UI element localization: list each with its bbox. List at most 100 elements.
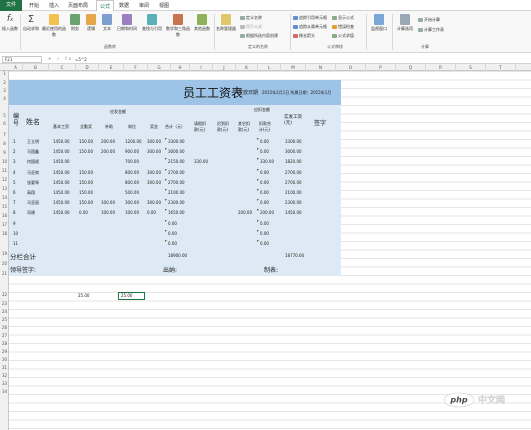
- table-cell[interactable]: 1450.00: [53, 170, 70, 175]
- table-cell[interactable]: 200.00: [101, 149, 115, 154]
- tab-formulas[interactable]: 公式: [96, 0, 115, 11]
- row-header-15[interactable]: 15: [0, 204, 9, 209]
- table-cell[interactable]: 150.00: [79, 180, 93, 185]
- employee-name[interactable]: 高翔: [27, 190, 35, 196]
- header-deduct[interactable]: 应扣金额: [254, 107, 270, 113]
- row-number[interactable]: 11: [13, 241, 18, 246]
- table-cell[interactable]: 1200.00: [125, 139, 142, 144]
- create-from-selection-button[interactable]: 根据所选内容创建: [240, 33, 278, 39]
- subheader-late[interactable]: 迟到扣款(元): [217, 121, 231, 133]
- column-header-h[interactable]: H: [171, 64, 190, 71]
- calculate-sheet-button[interactable]: 计算工作表: [418, 27, 444, 33]
- row-number[interactable]: 10: [13, 231, 18, 236]
- table-cell[interactable]: 100.00: [101, 210, 115, 215]
- table-cell[interactable]: 3000.00: [285, 149, 302, 154]
- show-formulas-button[interactable]: 显示公式: [332, 15, 354, 21]
- table-cell[interactable]: 2700.00: [285, 170, 302, 175]
- table-cell[interactable]: 330.00: [260, 159, 274, 164]
- more-functions-button[interactable]: 其他函数: [192, 14, 212, 32]
- table-cell[interactable]: 300.00: [147, 200, 161, 205]
- subtotal-net[interactable]: 18770.00: [285, 253, 304, 258]
- row-header-23[interactable]: 23: [0, 301, 9, 306]
- trace-dependents-button[interactable]: 追踪从属单元格: [293, 24, 327, 30]
- row-header-26[interactable]: 26: [0, 325, 9, 330]
- row-header-13[interactable]: 13: [0, 186, 9, 191]
- table-cell[interactable]: 0.00: [260, 231, 269, 236]
- table-cell[interactable]: 0.00: [260, 139, 269, 144]
- table-cell[interactable]: 1450.00: [53, 159, 70, 164]
- employee-name[interactable]: 马亚南: [27, 170, 39, 176]
- row-header-28[interactable]: 28: [0, 341, 9, 346]
- row-header-16[interactable]: 16: [0, 213, 9, 218]
- table-cell[interactable]: 2150.00: [168, 159, 185, 164]
- sheet-title[interactable]: 员工工资表: [183, 84, 243, 101]
- table-cell[interactable]: 3300.00: [168, 139, 185, 144]
- table-cell[interactable]: 2100.00: [285, 190, 302, 195]
- column-header-r[interactable]: R: [426, 64, 456, 71]
- use-in-formula-button[interactable]: 用于公式: [240, 24, 262, 30]
- row-header-27[interactable]: 27: [0, 333, 9, 338]
- row-number[interactable]: 6: [13, 190, 16, 195]
- table-cell[interactable]: 1450.00: [53, 180, 70, 185]
- tab-review[interactable]: 审阅: [139, 2, 149, 9]
- date-time-button[interactable]: 日期和时间: [116, 14, 138, 32]
- logical-button[interactable]: 逻辑: [84, 14, 98, 32]
- tab-file[interactable]: 文件: [0, 0, 22, 11]
- subheader-post[interactable]: 岗位: [128, 124, 136, 130]
- table-cell[interactable]: 2700.00: [168, 170, 185, 175]
- row-header-19[interactable]: 19: [0, 251, 9, 256]
- row-header-4[interactable]: 4: [0, 96, 9, 101]
- define-name-button[interactable]: 定义名称: [240, 15, 262, 21]
- cell-c21[interactable]: 25.00: [78, 293, 89, 298]
- cell-f21[interactable]: 25.00: [121, 293, 132, 298]
- header-no[interactable]: 编号: [13, 113, 19, 127]
- column-header-g[interactable]: G: [148, 64, 171, 71]
- calculation-options-button[interactable]: 计算选项: [394, 14, 416, 32]
- row-header-12[interactable]: 12: [0, 177, 9, 182]
- table-cell[interactable]: 1450.00: [53, 190, 70, 195]
- calculate-now-button[interactable]: 开始计算: [418, 17, 440, 23]
- table-cell[interactable]: 3300.00: [285, 139, 302, 144]
- table-cell[interactable]: 500.00: [125, 190, 139, 195]
- table-cell[interactable]: 1450.00: [53, 210, 70, 215]
- row-number[interactable]: 2: [13, 149, 16, 154]
- tab-view[interactable]: 视图: [159, 2, 169, 9]
- table-cell[interactable]: 150.00: [79, 190, 93, 195]
- row-header-11[interactable]: 11: [0, 168, 9, 173]
- column-header-b[interactable]: B: [23, 64, 49, 71]
- column-header-o[interactable]: O: [336, 64, 366, 71]
- remove-arrows-button[interactable]: 移去箭头: [293, 33, 315, 39]
- watch-window-button[interactable]: 监视窗口: [368, 14, 390, 32]
- row-header-7[interactable]: 7: [0, 132, 9, 137]
- column-header-p[interactable]: P: [366, 64, 396, 71]
- row-header-17[interactable]: 17: [0, 222, 9, 227]
- subheader-other[interactable]: 其它扣款(元): [238, 121, 252, 133]
- table-cell[interactable]: 0.00: [260, 170, 269, 175]
- row-header-22[interactable]: 22: [0, 292, 9, 297]
- header-sign[interactable]: 签字: [314, 118, 326, 127]
- recent-functions-button[interactable]: 最近使用的函数: [42, 14, 66, 38]
- leader-sign-label[interactable]: 领导签字:: [10, 265, 36, 274]
- table-cell[interactable]: 300.00: [147, 149, 161, 154]
- header-name[interactable]: 姓名: [26, 117, 40, 127]
- employee-name[interactable]: 何国斌: [27, 159, 39, 165]
- subheader-net-pay[interactable]: 实发工资(元): [284, 115, 302, 127]
- row-number[interactable]: 3: [13, 159, 16, 164]
- subtotal-label[interactable]: 分栏合计: [10, 251, 36, 261]
- table-cell[interactable]: 1450.00: [53, 200, 70, 205]
- table-cell[interactable]: 800.00: [125, 170, 139, 175]
- table-cell[interactable]: 700.00: [125, 159, 139, 164]
- row-header-14[interactable]: 14: [0, 195, 9, 200]
- row-number[interactable]: 9: [13, 221, 16, 226]
- autosum-button[interactable]: Σ 自动求和: [22, 14, 40, 32]
- column-header-a[interactable]: A: [9, 64, 23, 71]
- table-cell[interactable]: 1650.00: [168, 210, 185, 215]
- table-cell[interactable]: 0.00: [260, 241, 269, 246]
- cashier-label[interactable]: 出纳:: [163, 265, 177, 274]
- table-cell[interactable]: 0.00: [168, 241, 177, 246]
- row-header-2[interactable]: 2: [0, 80, 9, 85]
- table-cell[interactable]: 300.00: [147, 170, 161, 175]
- column-header-t[interactable]: T: [486, 64, 516, 71]
- column-header-l[interactable]: L: [258, 64, 281, 71]
- table-cell[interactable]: 100.00: [125, 210, 139, 215]
